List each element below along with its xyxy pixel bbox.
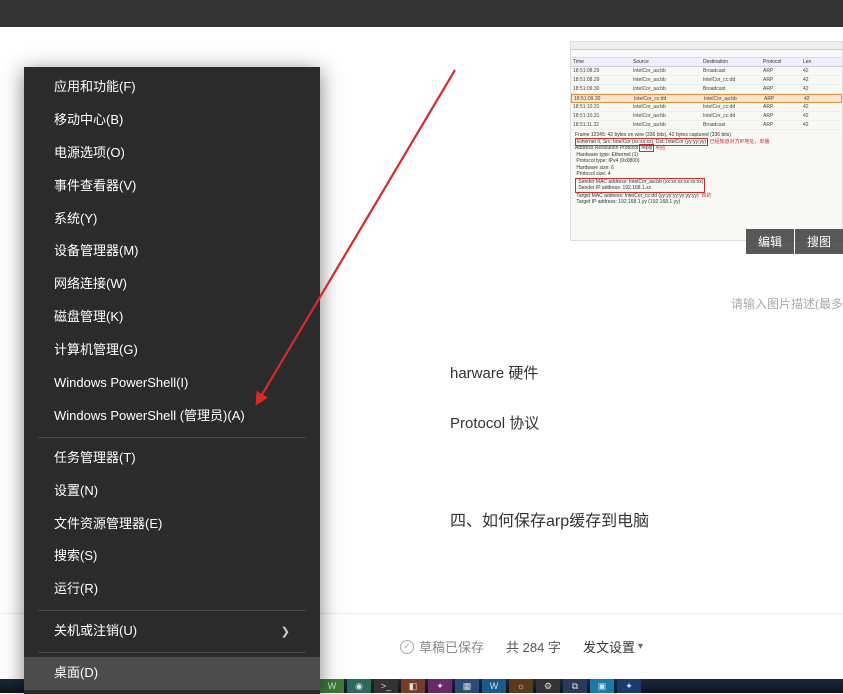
winx-item[interactable]: 桌面(D)	[24, 657, 320, 690]
taskbar-app-icon[interactable]: ⧉	[563, 679, 587, 693]
taskbar-app-icon[interactable]: ◧	[401, 679, 425, 693]
taskbar-app-icon[interactable]: ▣	[590, 679, 614, 693]
embedded-screenshot[interactable]: TimeSourceDestinationProtocolLen 18:51:0…	[570, 41, 843, 241]
image-caption-input[interactable]: 请输入图片描述(最多	[731, 295, 843, 312]
anno-response: 响应	[656, 145, 666, 151]
taskbar-app-icon[interactable]: ✦	[617, 679, 641, 693]
draft-saved-status: ✓ 草稿已保存	[400, 637, 484, 656]
winx-item[interactable]: 系统(Y)	[24, 203, 320, 236]
text-hardware: harware 硬件	[450, 362, 538, 383]
winx-item[interactable]: 事件查看器(V)	[24, 170, 320, 203]
menu-separator	[38, 437, 306, 438]
winx-item[interactable]: 磁盘管理(K)	[24, 301, 320, 334]
winx-item[interactable]: 运行(R)	[24, 573, 320, 606]
winx-item[interactable]: 移动中心(B)	[24, 104, 320, 137]
saved-label: 草稿已保存	[419, 637, 484, 656]
taskbar-app-icon[interactable]: ☼	[509, 679, 533, 693]
winx-item[interactable]: 网络连接(W)	[24, 268, 320, 301]
section-title: 四、如何保存arp缓存到电脑	[450, 507, 649, 531]
taskbar-app-icon[interactable]: ✦	[428, 679, 452, 693]
taskbar-app-icon[interactable]: ▦	[455, 679, 479, 693]
text-protocol: Protocol 协议	[450, 412, 539, 433]
winx-item[interactable]: 计算机管理(G)	[24, 334, 320, 367]
chevron-down-icon: ▾	[638, 641, 643, 652]
taskbar-app-icon[interactable]: ◉	[347, 679, 371, 693]
winx-item[interactable]: 设备管理器(M)	[24, 235, 320, 268]
winx-item[interactable]: 设置(N)	[24, 475, 320, 508]
winx-item[interactable]: 关机或注销(U)❯	[24, 615, 320, 648]
article-content: TimeSourceDestinationProtocolLen 18:51:0…	[320, 27, 843, 613]
image-search-button[interactable]: 搜图	[795, 229, 843, 254]
menu-separator	[38, 610, 306, 611]
winx-item[interactable]: 文件资源管理器(E)	[24, 508, 320, 541]
winx-item[interactable]: 任务管理器(T)	[24, 442, 320, 475]
taskbar-app-icon[interactable]: >_	[374, 679, 398, 693]
winx-context-menu: 应用和功能(F)移动中心(B)电源选项(O)事件查看器(V)系统(Y)设备管理器…	[24, 67, 320, 694]
taskbar-app-icon[interactable]: W	[482, 679, 506, 693]
publish-settings-button[interactable]: 发文设置 ▾	[583, 637, 643, 656]
chevron-right-icon: ❯	[281, 625, 290, 639]
menu-separator	[38, 652, 306, 653]
word-count: 共 284 字	[506, 637, 561, 656]
winx-item[interactable]: 搜索(S)	[24, 540, 320, 573]
taskbar-app-icon[interactable]: ⚙	[536, 679, 560, 693]
winx-item[interactable]: Windows PowerShell (管理员)(A)	[24, 400, 320, 433]
anno-dest: 目的	[701, 193, 711, 199]
publish-label: 发文设置	[583, 637, 635, 656]
winx-item[interactable]: 应用和功能(F)	[24, 71, 320, 104]
winx-item[interactable]: Windows PowerShell(I)	[24, 367, 320, 400]
app-top-bar	[0, 0, 843, 27]
taskbar-app-icon[interactable]: W	[320, 679, 344, 693]
image-edit-button[interactable]: 编辑	[746, 229, 794, 254]
winx-item[interactable]: 电源选项(O)	[24, 137, 320, 170]
anno-known-ip: 已经知道对方IP地址，单播	[710, 139, 770, 145]
check-icon: ✓	[400, 640, 414, 654]
